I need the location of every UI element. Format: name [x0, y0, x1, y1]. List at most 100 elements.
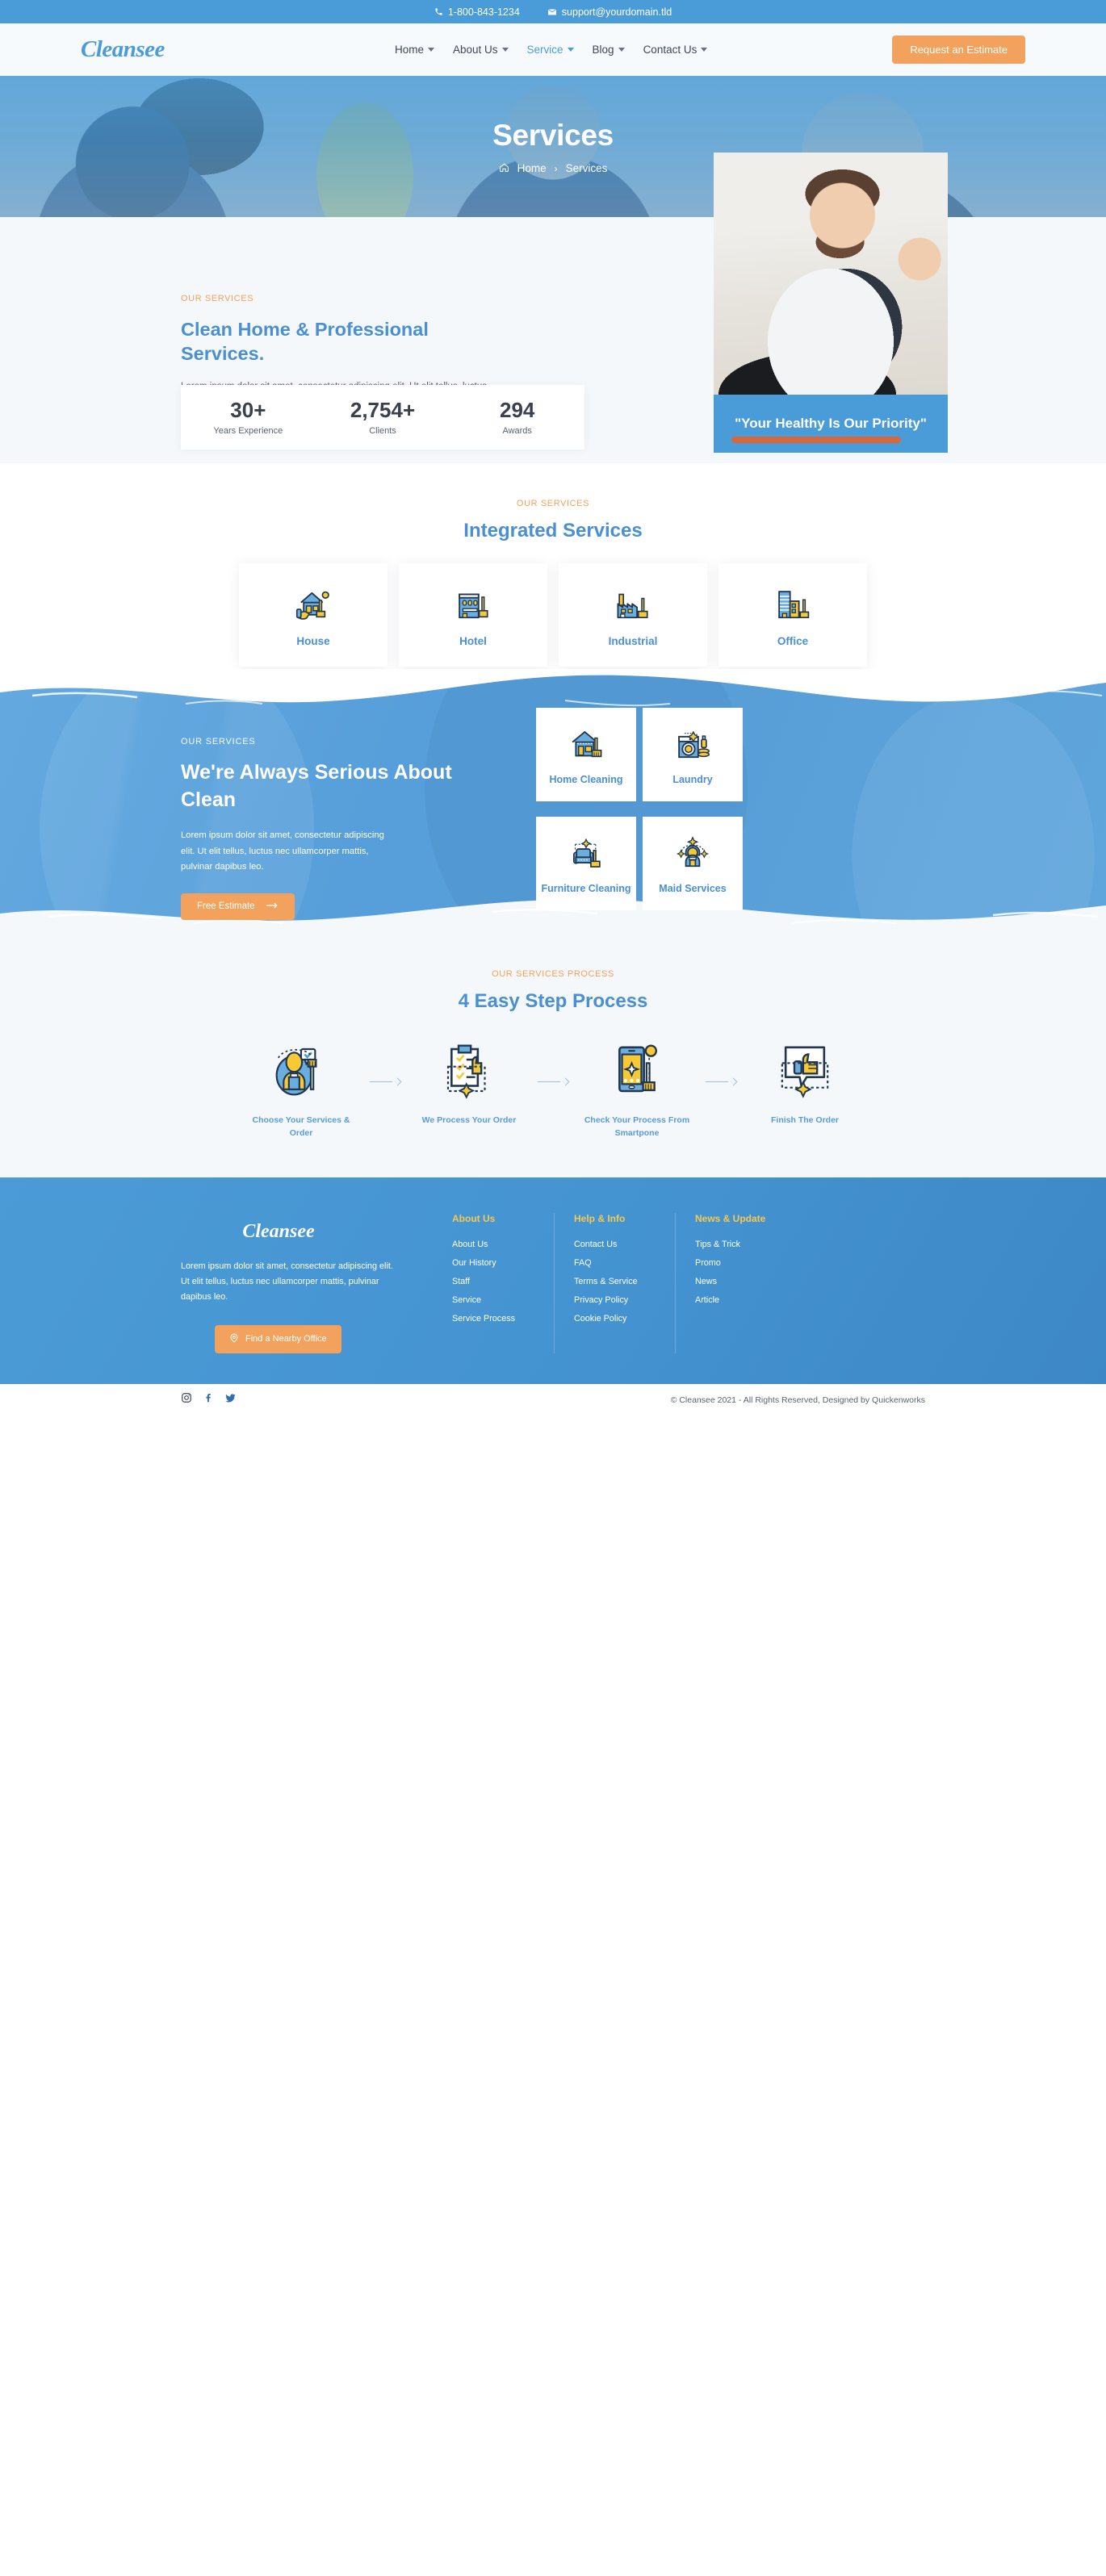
- about-eyebrow: OUR SERVICES: [181, 294, 254, 303]
- footer-link[interactable]: Cookie Policy: [574, 1314, 657, 1324]
- service-card-laundry[interactable]: Laundry: [643, 708, 743, 801]
- footer-link[interactable]: Promo: [695, 1258, 778, 1268]
- free-estimate-button[interactable]: Free Estimate: [181, 893, 295, 920]
- request-estimate-button[interactable]: Request an Estimate: [892, 36, 1025, 64]
- office-cleaning-icon: [778, 590, 810, 618]
- footer-logo-text: Cleansee: [242, 1220, 315, 1242]
- footer-column-title: About Us: [452, 1212, 496, 1224]
- toolbag-strap: [731, 437, 901, 443]
- footer-link[interactable]: Terms & Service: [574, 1277, 657, 1286]
- chevron-right-icon: [393, 1077, 402, 1086]
- service-card-house[interactable]: House: [239, 563, 388, 667]
- footer-paragraph: Lorem ipsum dolor sit amet, consectetur …: [181, 1261, 393, 1303]
- footer-link[interactable]: Our History: [452, 1258, 536, 1268]
- process-section: OUR SERVICES PROCESS 4 Easy Step Process: [0, 935, 1106, 1177]
- service-card-office[interactable]: Office: [718, 563, 867, 667]
- stat-label: Clients: [369, 425, 396, 436]
- stats-bar: 30+ Years Experience 2,754+ Clients 294 …: [181, 385, 584, 450]
- serious-heading: We're Always Serious About Clean: [181, 761, 452, 811]
- quote-box: "Your Healthy Is Our Priority": [714, 395, 948, 453]
- stat-number: 30+: [230, 398, 266, 423]
- phone-contact[interactable]: 1-800-843-1234: [434, 6, 520, 18]
- main-nav: Home About Us Service Blog Contact Us: [210, 44, 892, 56]
- service-card-maid-services[interactable]: Maid Services: [643, 817, 743, 911]
- home-cleaning-icon: [572, 730, 602, 757]
- clipboard-checklist-icon: [446, 1044, 486, 1099]
- find-nearby-office-button[interactable]: Find a Nearby Office: [215, 1324, 341, 1353]
- serious-cards: Home Cleaning Laundry Furniture Cleaning…: [536, 708, 743, 920]
- laundry-icon: [678, 730, 710, 758]
- nav-item-about-us[interactable]: About Us: [453, 44, 509, 56]
- stat-years-experience: 30+ Years Experience: [181, 385, 316, 450]
- chevron-right-icon: [729, 1077, 738, 1086]
- smartphone-icon: [618, 1044, 658, 1093]
- service-card-industrial[interactable]: Industrial: [559, 563, 707, 667]
- nav-item-home[interactable]: Home: [395, 44, 434, 56]
- footer-link[interactable]: Service: [452, 1295, 536, 1305]
- footer-link[interactable]: Article: [695, 1295, 778, 1305]
- logo-ball: [165, 36, 187, 61]
- twitter-icon[interactable]: [224, 1392, 237, 1408]
- stat-number: 294: [499, 398, 535, 423]
- service-card-label: Office: [777, 634, 809, 647]
- serious-paragraph: Lorem ipsum dolor sit amet, consectetur …: [181, 830, 384, 872]
- footer-logo[interactable]: Cleansee: [181, 1219, 400, 1243]
- thumbs-up-icon: [781, 1046, 829, 1098]
- footer-bottom-bar: © Cleansee 2021 - All Rights Reserved, D…: [0, 1383, 1106, 1416]
- chevron-down-icon: [701, 48, 708, 52]
- nav-item-blog[interactable]: Blog: [593, 44, 625, 56]
- chevron-right-icon: [561, 1077, 570, 1086]
- integrated-cards: House Hotel Industrial Office: [158, 563, 948, 667]
- nav-label: Blog: [592, 44, 614, 56]
- logo-ball: [333, 1219, 350, 1240]
- home-icon: [499, 162, 509, 175]
- footer-link[interactable]: Privacy Policy: [574, 1295, 657, 1305]
- email-contact[interactable]: support@yourdomain.tld: [547, 6, 672, 18]
- service-card-home-cleaning[interactable]: Home Cleaning: [536, 708, 636, 801]
- service-card-label: Maid Services: [659, 883, 727, 895]
- footer-link[interactable]: FAQ: [574, 1258, 657, 1268]
- nav-label: Service: [526, 44, 563, 56]
- page: 1-800-843-1234 support@yourdomain.tld Cl…: [0, 0, 1106, 1416]
- social-links: [181, 1392, 237, 1408]
- breadcrumb-home[interactable]: Home: [517, 162, 547, 174]
- process-step-3: Check Your Process From Smartpone: [576, 1037, 698, 1140]
- footer-link[interactable]: Tips & Trick: [695, 1240, 778, 1249]
- footer-link[interactable]: Staff: [452, 1277, 536, 1286]
- serious-text-block: OUR SERVICES We're Always Serious About …: [158, 708, 481, 920]
- stat-awards: 294 Awards: [450, 385, 584, 450]
- envelope-icon: [547, 7, 557, 17]
- process-step-1: Choose Your Services & Order: [241, 1037, 362, 1140]
- breadcrumb: Home › Services: [499, 162, 607, 175]
- nav-item-contact-us[interactable]: Contact Us: [643, 44, 708, 56]
- facebook-icon[interactable]: [203, 1392, 214, 1408]
- footer-link[interactable]: News: [695, 1277, 778, 1286]
- process-step-label: Check Your Process From Smartpone: [584, 1115, 690, 1138]
- service-card-furniture-cleaning[interactable]: Furniture Cleaning: [536, 817, 636, 911]
- about-heading: Clean Home & Professional Services.: [181, 319, 429, 365]
- service-card-label: Hotel: [459, 634, 487, 647]
- industrial-cleaning-icon: [617, 593, 648, 618]
- footer-column-title: Help & Info: [574, 1212, 626, 1224]
- hotel-cleaning-icon: [459, 593, 488, 618]
- integrated-header: OUR SERVICES Integrated Services: [0, 499, 1106, 542]
- instagram-icon[interactable]: [181, 1392, 192, 1408]
- process-header: OUR SERVICES PROCESS 4 Easy Step Process: [0, 969, 1106, 1013]
- nav-item-service[interactable]: Service: [527, 44, 574, 56]
- phone-icon: [434, 7, 443, 16]
- service-card-hotel[interactable]: Hotel: [399, 563, 547, 667]
- process-arrow-3: [698, 1077, 744, 1086]
- about-media: "Your Healthy Is Our Priority": [714, 153, 948, 453]
- footer-link[interactable]: About Us: [452, 1240, 536, 1249]
- site-header: Cleansee Home About Us Service Blog Cont…: [0, 23, 1106, 76]
- process-heading: 4 Easy Step Process: [458, 990, 648, 1012]
- logo[interactable]: Cleansee: [81, 36, 210, 63]
- chevron-down-icon: [567, 48, 574, 52]
- serious-about-clean-section: OUR SERVICES We're Always Serious About …: [0, 669, 1106, 935]
- chevron-down-icon: [618, 48, 625, 52]
- footer-link[interactable]: Service Process: [452, 1314, 536, 1324]
- integrated-services-section: OUR SERVICES Integrated Services House H…: [0, 463, 1106, 669]
- process-eyebrow: OUR SERVICES PROCESS: [492, 969, 614, 979]
- site-footer: Cleansee Lorem ipsum dolor sit amet, con…: [0, 1177, 1106, 1384]
- footer-link[interactable]: Contact Us: [574, 1240, 657, 1249]
